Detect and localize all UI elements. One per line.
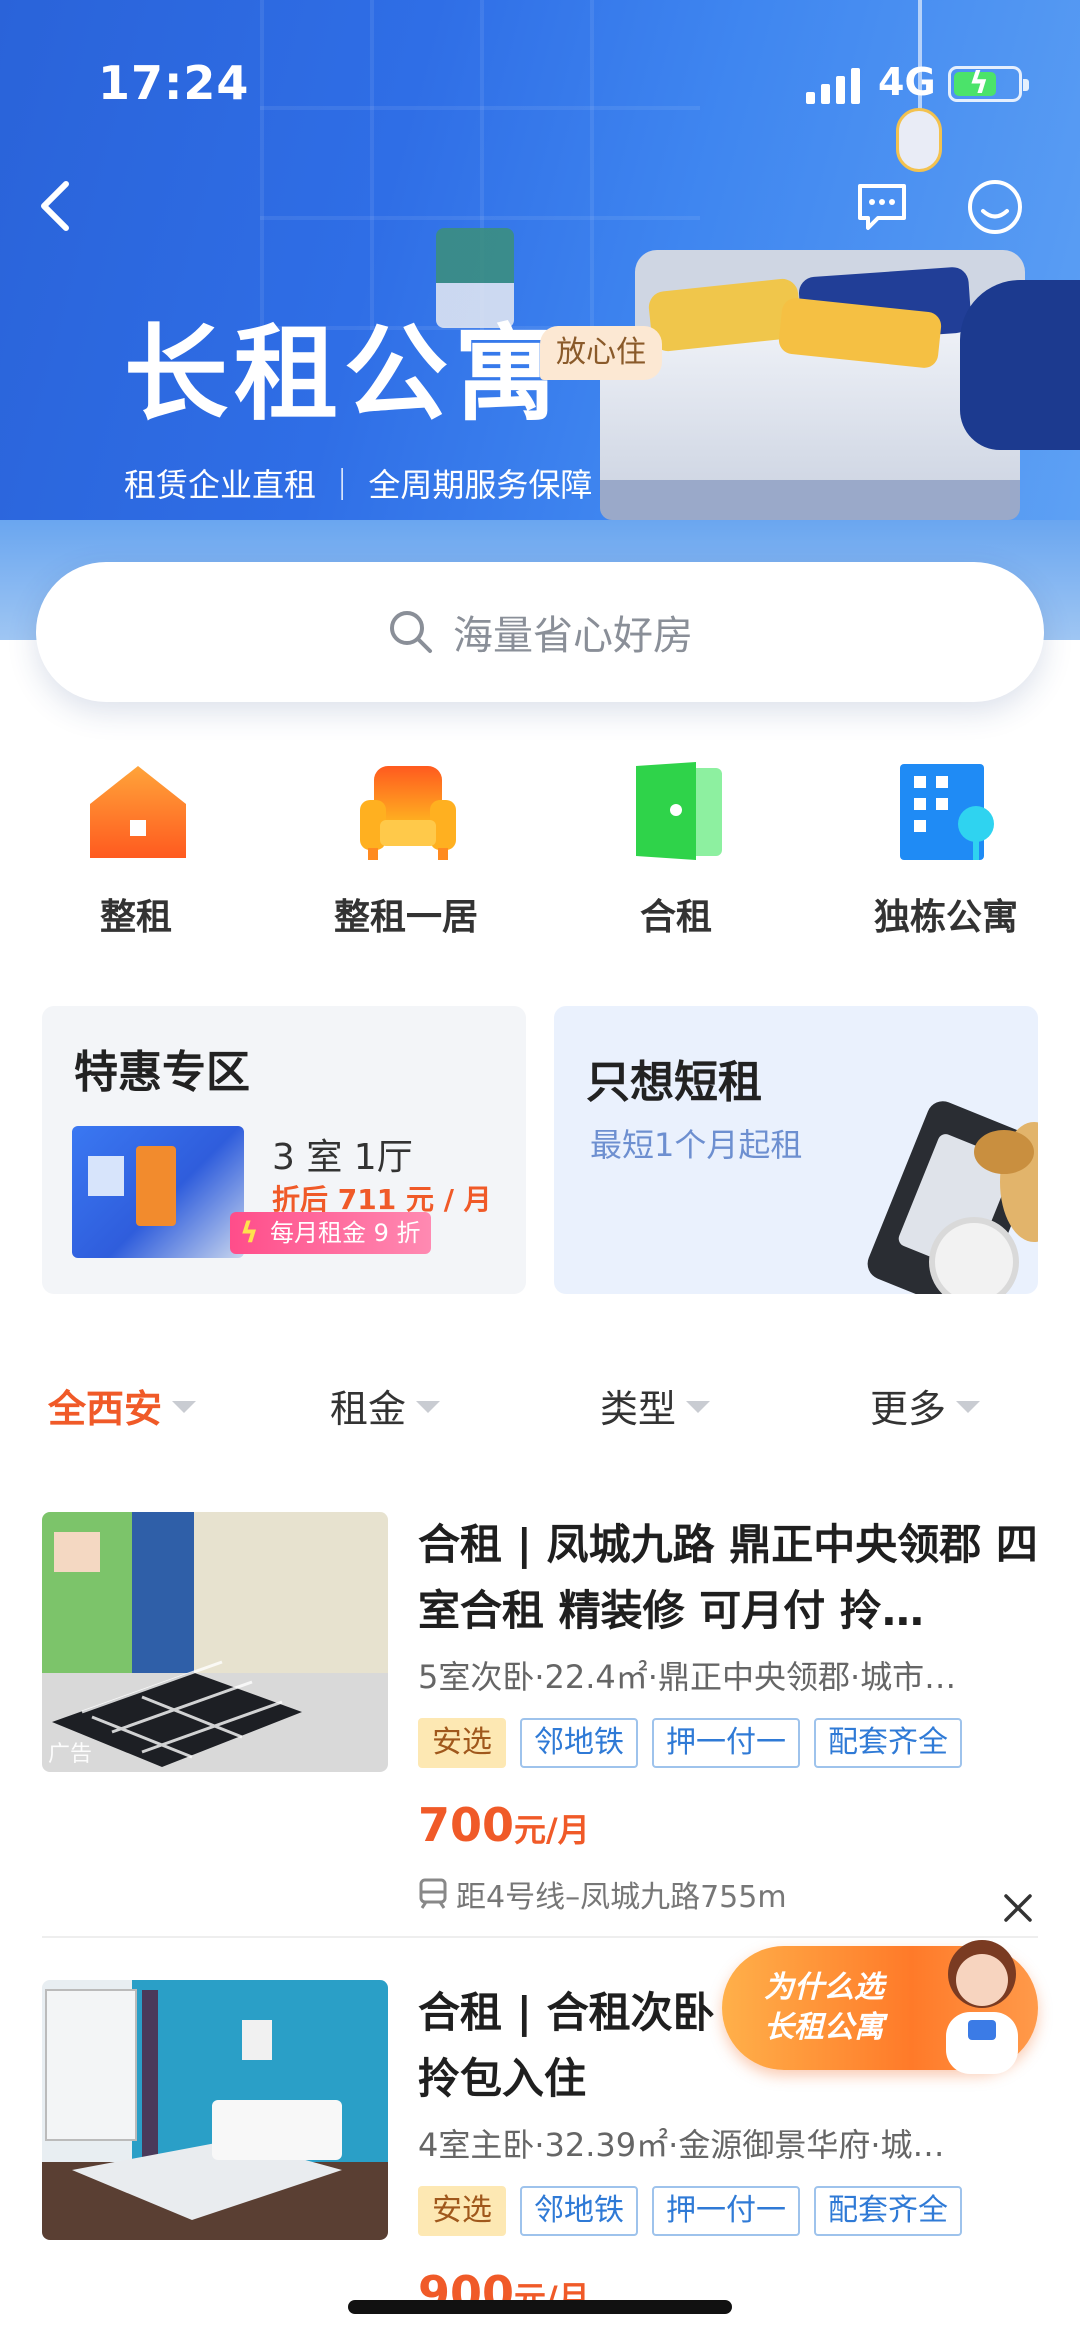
back-arrow-icon[interactable]	[36, 176, 76, 236]
search-icon	[390, 611, 432, 653]
why-long-rent-button[interactable]: 为什么选 长租公寓	[722, 1940, 1038, 2074]
metro-icon	[419, 1878, 447, 1909]
ad-label: 广告	[48, 1742, 93, 1767]
search-input[interactable]: 海量省心好房	[36, 562, 1044, 702]
building-icon	[900, 764, 994, 860]
dropdown-arrow-icon	[416, 1401, 441, 1413]
page-title: 长租公寓	[124, 313, 565, 435]
category-label: 独栋公寓	[873, 897, 1018, 938]
category-apartment-building[interactable]: 独栋公寓	[836, 760, 1056, 940]
filter-area[interactable]: 全西安	[48, 1380, 197, 1431]
special-offer-card[interactable]: 特惠专区 3 室 1厅 折后 711 元 / 月 ϟ 每月租金 9 折	[42, 1006, 526, 1294]
filter-rent[interactable]: 租金	[330, 1380, 441, 1431]
filter-type[interactable]: 类型	[600, 1380, 711, 1431]
search-placeholder: 海量省心好房	[453, 613, 693, 659]
network-label: 4G	[878, 60, 936, 104]
tag-deposit: 押一付一	[652, 2186, 800, 2236]
short-rent-title: 只想短租	[586, 1057, 762, 1108]
special-room-photo	[72, 1126, 244, 1258]
listing-tags: 安选 邻地铁 押一付一 配套齐全	[418, 2186, 962, 2236]
bed-base-decor	[600, 480, 1020, 520]
close-icon[interactable]	[1000, 1890, 1036, 1926]
listing-title: 合租 | 凤城九路 鼎正中央领郡 四室合租 精装修 可月付 拎…	[418, 1520, 1038, 1635]
why-line-2: 长租公寓	[764, 2010, 884, 2045]
tag-metro: 邻地铁	[520, 1718, 638, 1768]
tag-amenities: 配套齐全	[814, 2186, 962, 2236]
category-whole-rent[interactable]: 整租	[26, 760, 246, 940]
category-one-bedroom[interactable]: 整租一居	[296, 760, 516, 940]
filter-label: 租金	[330, 1386, 407, 1431]
lightning-icon: ϟ	[240, 1216, 259, 1249]
tag-anxuan: 安选	[418, 2186, 506, 2236]
status-time: 17:24	[98, 56, 250, 110]
house-icon	[90, 766, 186, 858]
hero-subtitle: 租赁企业直租 ｜ 全周期服务保障	[124, 466, 593, 504]
short-rent-card[interactable]: 只想短租 最短1个月起租	[554, 1006, 1038, 1294]
why-line-1: 为什么选	[764, 1970, 884, 2005]
special-room-type: 3 室 1厅	[272, 1137, 413, 1178]
discount-pill: ϟ 每月租金 9 折	[230, 1212, 431, 1254]
listing-meta: 4室主卧·32.39㎡·金源御景华府·城…	[418, 2126, 945, 2164]
tag-amenities: 配套齐全	[814, 1718, 962, 1768]
dropdown-arrow-icon	[172, 1401, 197, 1413]
listing-price-unit: 元/月	[514, 1811, 590, 1849]
category-row: 整租 整租一居 合租 独栋公寓	[0, 760, 1080, 940]
bed-illustration	[45, 1989, 342, 2220]
hero-badge: 放心住	[540, 326, 662, 380]
battery-icon: ϟ	[948, 66, 1029, 102]
message-icon[interactable]	[854, 180, 910, 232]
listing-price-value: 700	[418, 1798, 515, 1852]
assistant-avatar-icon	[946, 1940, 1018, 2074]
tag-metro: 邻地铁	[520, 2186, 638, 2236]
tag-anxuan: 安选	[418, 1718, 506, 1768]
filter-label: 更多	[870, 1386, 947, 1431]
home-indicator	[348, 2300, 732, 2314]
suitcase-icon	[867, 1101, 1038, 1294]
customer-service-icon[interactable]	[966, 178, 1024, 236]
short-rent-subtitle: 最短1个月起租	[590, 1126, 803, 1164]
listing-meta: 5室次卧·22.4㎡·鼎正中央领郡·城市…	[418, 1658, 957, 1696]
category-label: 整租	[99, 897, 172, 938]
tag-deposit: 押一付一	[652, 1718, 800, 1768]
bed-illustration	[52, 1532, 302, 1767]
listing-photo: 广告	[42, 1512, 388, 1772]
listing-tags: 安选 邻地铁 押一付一 配套齐全	[418, 1718, 962, 1768]
status-bar: 17:24 4G ϟ	[0, 0, 1080, 170]
filter-label: 全西安	[48, 1386, 163, 1431]
listing-price: 700元/月	[418, 1798, 590, 1852]
divider	[42, 1936, 1038, 1938]
listing-metro: 距4号线–凤城九路755m	[418, 1872, 787, 1916]
filter-more[interactable]: 更多	[870, 1380, 981, 1431]
chair-decor	[960, 280, 1080, 450]
signal-icon	[806, 64, 860, 104]
listing-metro-text: 距4号线–凤城九路755m	[456, 1880, 787, 1915]
sofa-icon	[360, 766, 456, 860]
listing-card[interactable]: 广告 合租 | 凤城九路 鼎正中央领郡 四室合租 精装修 可月付 拎… 5室次卧…	[42, 1512, 1038, 1942]
category-shared-rent[interactable]: 合租	[566, 760, 786, 940]
filter-label: 类型	[600, 1386, 677, 1431]
dropdown-arrow-icon	[686, 1401, 711, 1413]
why-button-text: 为什么选 长租公寓	[764, 1968, 884, 2048]
category-label: 整租一居	[333, 897, 478, 938]
dropdown-arrow-icon	[956, 1401, 981, 1413]
listing-photo	[42, 1980, 388, 2240]
door-icon	[636, 762, 722, 860]
special-offer-title: 特惠专区	[74, 1047, 250, 1098]
category-label: 合租	[639, 897, 712, 938]
filter-bar: 全西安 租金 类型 更多	[0, 1360, 1080, 1450]
discount-pill-text: 每月租金 9 折	[270, 1219, 421, 1247]
